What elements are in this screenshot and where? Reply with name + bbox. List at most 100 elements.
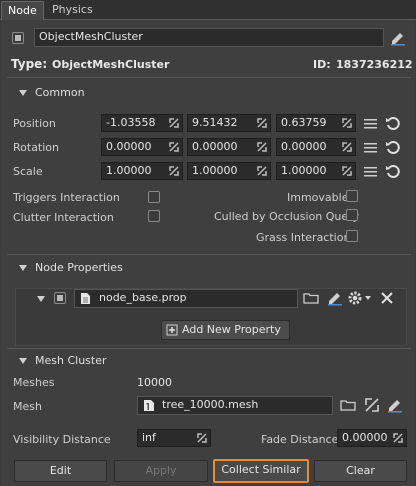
visibility-distance-label: Visibility Distance xyxy=(13,433,111,446)
rotation-z-value: 0.00000 xyxy=(281,140,327,153)
meshes-value: 10000 xyxy=(137,376,172,389)
reset-icon[interactable] xyxy=(385,163,401,179)
clutter-interaction-checkbox[interactable] xyxy=(148,210,160,222)
triggers-interaction-label: Triggers Interaction xyxy=(13,191,120,204)
property-file-name: node_base.prop xyxy=(99,291,187,304)
node-name-field[interactable]: ObjectMeshCluster xyxy=(34,28,384,47)
immovable-label: Immovable xyxy=(287,191,349,204)
common-section-header[interactable]: Common xyxy=(11,84,405,102)
property-file-field[interactable]: node_base.prop xyxy=(74,289,298,308)
node-properties-section-title: Node Properties xyxy=(35,261,123,274)
immovable-checkbox[interactable] xyxy=(346,190,358,202)
apply-button[interactable]: Apply xyxy=(114,460,208,482)
menu-icon[interactable] xyxy=(363,164,379,180)
rotation-x-value: 0.00000 xyxy=(106,140,152,153)
position-x-field[interactable]: -1.03558 xyxy=(101,114,183,132)
scale-x-value: 1.00000 xyxy=(106,164,152,177)
position-x-value: -1.03558 xyxy=(106,116,156,129)
fade-distance-field[interactable]: 0.00000 xyxy=(337,429,407,447)
mesh-file-name: tree_10000.mesh xyxy=(162,398,259,411)
drag-handle-icon[interactable] xyxy=(257,142,267,152)
edit-name-icon[interactable] xyxy=(390,30,406,46)
rotation-z-field[interactable]: 0.00000 xyxy=(276,138,356,156)
reset-icon[interactable] xyxy=(385,115,401,131)
type-value: ObjectMeshCluster xyxy=(52,58,170,71)
culled-by-occlusion-label: Culled by Occlusion Query xyxy=(214,210,360,223)
meshes-label: Meshes xyxy=(13,376,55,389)
reset-icon[interactable] xyxy=(385,139,401,155)
position-label: Position xyxy=(13,117,56,130)
collapse-arrow-icon xyxy=(19,90,27,96)
resize-icon[interactable] xyxy=(364,397,380,413)
rotation-label: Rotation xyxy=(13,141,60,154)
expand-arrow-icon[interactable] xyxy=(37,296,45,302)
edit-button[interactable]: Edit xyxy=(14,460,107,482)
folder-icon[interactable] xyxy=(340,397,356,413)
collapse-arrow-icon xyxy=(19,265,27,271)
mesh-file-field[interactable]: tree_10000.mesh xyxy=(137,396,333,415)
node-enabled-checkbox[interactable] xyxy=(12,32,24,44)
add-new-property-button[interactable]: Add New Property xyxy=(161,320,290,340)
separator xyxy=(7,348,411,349)
mesh-label: Mesh xyxy=(13,400,42,413)
rotation-y-field[interactable]: 0.00000 xyxy=(187,138,271,156)
scale-x-field[interactable]: 1.00000 xyxy=(101,162,183,180)
scale-label: Scale xyxy=(13,165,43,178)
drag-handle-icon[interactable] xyxy=(169,142,179,152)
plus-icon xyxy=(166,324,178,336)
drag-handle-icon[interactable] xyxy=(393,433,403,443)
clear-button[interactable]: Clear xyxy=(314,460,407,482)
menu-icon[interactable] xyxy=(363,140,379,156)
tab-physics[interactable]: Physics xyxy=(46,1,99,20)
position-y-value: 9.51432 xyxy=(192,116,238,129)
scale-z-value: 1.00000 xyxy=(281,164,327,177)
drag-handle-icon[interactable] xyxy=(342,142,352,152)
drag-handle-icon[interactable] xyxy=(197,433,207,443)
tab-bar: Node Physics xyxy=(0,0,416,20)
edit-property-icon[interactable] xyxy=(327,290,343,306)
scale-z-field[interactable]: 1.00000 xyxy=(276,162,356,180)
scale-y-value: 1.00000 xyxy=(192,164,238,177)
node-properties-section-header[interactable]: Node Properties xyxy=(11,259,405,277)
fade-distance-value: 0.00000 xyxy=(342,431,388,444)
file-icon xyxy=(81,293,90,304)
gear-icon[interactable] xyxy=(347,290,373,306)
drag-handle-icon[interactable] xyxy=(169,166,179,176)
grass-interaction-checkbox[interactable] xyxy=(346,230,358,242)
drag-handle-icon[interactable] xyxy=(342,118,352,128)
edit-mesh-icon[interactable] xyxy=(387,397,403,413)
mesh-file-icon xyxy=(144,400,154,411)
mesh-cluster-section-header[interactable]: Mesh Cluster xyxy=(11,352,405,370)
close-icon[interactable] xyxy=(379,290,395,306)
rotation-y-value: 0.00000 xyxy=(192,140,238,153)
id-label: ID: xyxy=(313,58,331,71)
grass-interaction-label: Grass Interaction xyxy=(256,231,351,244)
id-value: 1837236212 xyxy=(336,58,413,71)
culled-by-occlusion-checkbox[interactable] xyxy=(346,209,358,221)
mesh-cluster-section-title: Mesh Cluster xyxy=(35,354,107,367)
node-panel: ObjectMeshCluster Type: ObjectMeshCluste… xyxy=(1,20,415,486)
type-label: Type: xyxy=(11,57,48,71)
common-section-title: Common xyxy=(35,86,85,99)
collect-similar-button[interactable]: Collect Similar xyxy=(213,459,309,483)
drag-handle-icon[interactable] xyxy=(169,118,179,128)
triggers-interaction-checkbox[interactable] xyxy=(148,191,160,203)
separator xyxy=(7,254,411,255)
drag-handle-icon[interactable] xyxy=(257,118,267,128)
tab-node[interactable]: Node xyxy=(1,1,44,20)
position-y-field[interactable]: 9.51432 xyxy=(187,114,271,132)
drag-handle-icon[interactable] xyxy=(257,166,267,176)
folder-icon[interactable] xyxy=(303,290,319,306)
property-enabled-checkbox[interactable] xyxy=(54,292,66,304)
position-z-value: 0.63759 xyxy=(281,116,327,129)
fade-distance-label: Fade Distance xyxy=(261,433,339,446)
scale-y-field[interactable]: 1.00000 xyxy=(187,162,271,180)
drag-handle-icon[interactable] xyxy=(342,166,352,176)
position-z-field[interactable]: 0.63759 xyxy=(276,114,356,132)
add-new-property-label: Add New Property xyxy=(182,323,281,336)
collapse-arrow-icon xyxy=(19,358,27,364)
visibility-distance-field[interactable]: inf xyxy=(137,429,211,447)
rotation-x-field[interactable]: 0.00000 xyxy=(101,138,183,156)
clutter-interaction-label: Clutter Interaction xyxy=(13,211,114,224)
menu-icon[interactable] xyxy=(363,116,379,132)
